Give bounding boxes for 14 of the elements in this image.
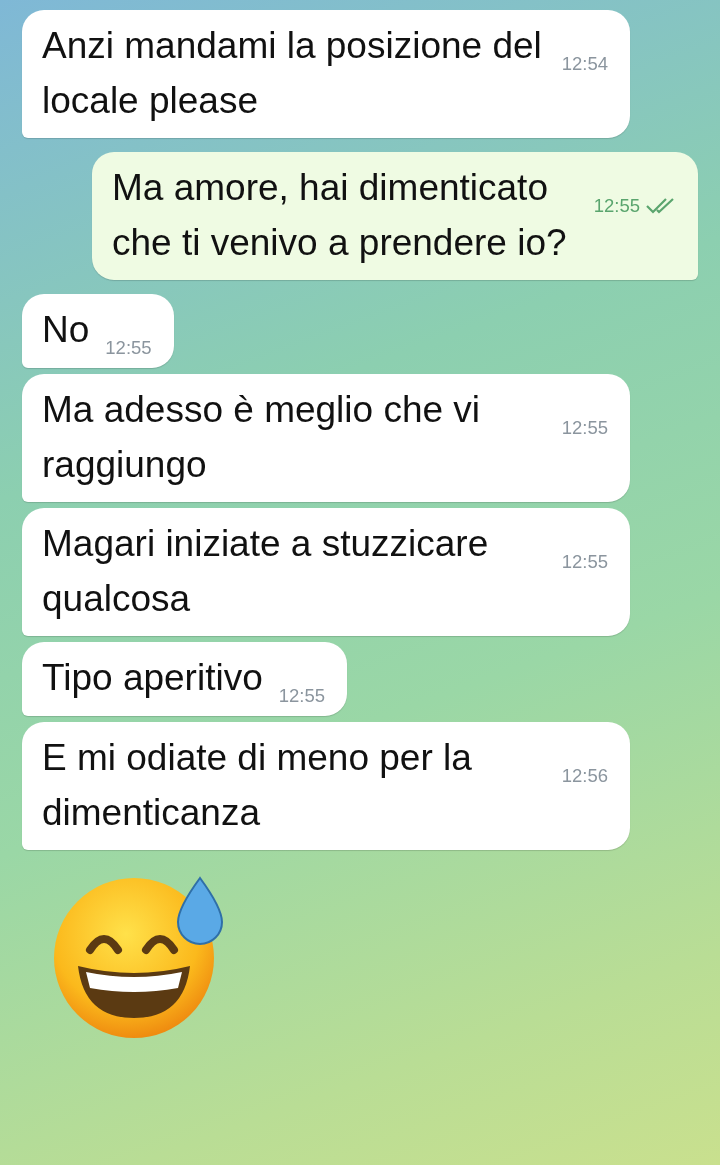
message-text: Ma adesso è meglio che vi raggiungo — [42, 389, 481, 485]
message-time: 12:55 — [593, 196, 640, 216]
message-text: Ma amore, hai dimenticato che ti venivo a prendere io? — [112, 167, 567, 263]
message-time: 12:56 — [561, 766, 608, 786]
message-time: 12:55 — [278, 686, 326, 706]
message-text: Anzi mandami la posizione del locale please — [42, 25, 542, 121]
message-time: 12:54 — [561, 54, 608, 74]
message-time: 12:55 — [561, 552, 608, 572]
message-text: Tipo aperitivo — [42, 657, 263, 698]
message-time: 12:55 — [105, 338, 152, 358]
message-time: 12:55 — [561, 418, 608, 438]
message-text: Magari iniziate a stuzzicare qualcosa — [42, 523, 489, 619]
message-text: E mi odiate di meno per la dimenticanza — [42, 737, 472, 833]
message-text: No — [42, 309, 90, 350]
